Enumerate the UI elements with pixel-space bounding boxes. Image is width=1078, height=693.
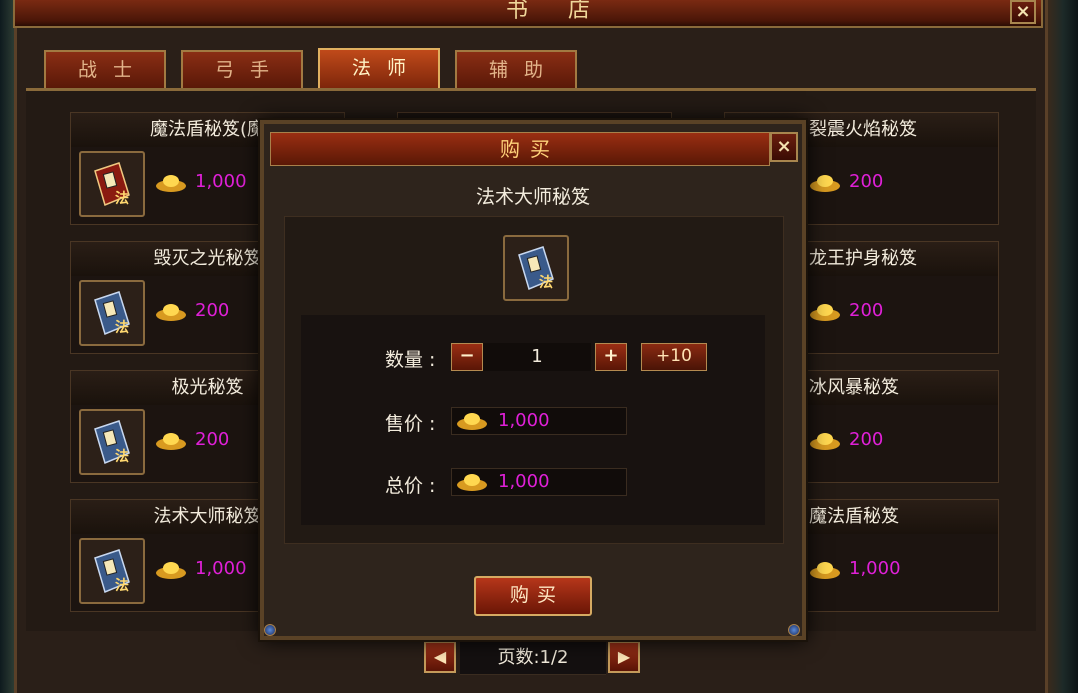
item-icon-slot[interactable]: 法 [79,409,145,475]
dialog-close-button[interactable]: × [770,132,798,162]
prev-page-button[interactable]: ◀ [424,641,456,673]
book-glyph: 法 [115,319,129,336]
unit-price-label: 售价 : [385,413,436,435]
ornament-gem-icon [264,624,276,636]
item-price: 1,000 [849,558,901,579]
total-price-field: 1,000 [451,468,627,496]
unit-price-value: 1,000 [498,410,550,431]
dialog-title-bar: 购买 [270,132,770,166]
item-price: 200 [195,429,230,450]
pagination: ◀ 页数:1/2 ▶ [424,637,642,677]
increase-quantity-button[interactable]: + [595,343,627,371]
quantity-input[interactable]: 1 [483,343,591,371]
quantity-label: 数量 : [385,349,436,371]
dialog-item-icon-slot: 法 [503,235,569,301]
window-title: 书店 [505,0,630,23]
window-close-button[interactable]: × [1010,0,1036,24]
red-spellbook-icon: 法 [94,162,130,207]
item-icon-slot[interactable]: 法 [79,280,145,346]
dialog-item-name: 法术大师秘笈 [475,186,590,208]
book-glyph: 法 [539,274,553,291]
item-price: 200 [195,300,230,321]
background-right [1048,0,1078,693]
gold-ingot-icon [156,562,186,579]
total-price-label: 总价 : [385,475,436,497]
gold-ingot-icon [156,433,186,450]
gold-ingot-icon [156,304,186,321]
tab-warrior[interactable]: 战士 [44,50,166,88]
purchase-dialog: 购买 × 法术大师秘笈 法 数量 : − 1 + +10 售价 : 1,000 [260,120,806,640]
gold-ingot-icon [156,175,186,192]
book-glyph: 法 [115,190,129,207]
gold-ingot-icon [810,304,840,321]
gold-ingot-icon [457,474,487,491]
tab-mage[interactable]: 法师 [318,48,440,90]
item-price: 1,000 [195,171,247,192]
item-price: 200 [849,300,884,321]
blue-spellbook-icon: 法 [518,246,554,291]
blue-spellbook-icon: 法 [94,291,130,336]
add-ten-button[interactable]: +10 [641,343,707,371]
blue-spellbook-icon: 法 [94,420,130,465]
gold-ingot-icon [457,413,487,430]
page-indicator: 页数:1/2 [460,641,606,675]
tab-support[interactable]: 辅助 [455,50,577,88]
blue-spellbook-icon: 法 [94,549,130,594]
dialog-title: 购买 [500,137,560,161]
book-glyph: 法 [115,577,129,594]
buy-button[interactable]: 购买 [474,576,592,616]
item-icon-slot[interactable]: 法 [79,151,145,217]
gold-ingot-icon [810,562,840,579]
dialog-body: 法 数量 : − 1 + +10 售价 : 1,000 总价 : 1,000 [284,216,784,544]
next-page-button[interactable]: ▶ [608,641,640,673]
book-glyph: 法 [115,448,129,465]
item-price: 1,000 [195,558,247,579]
ornament-gem-icon [788,624,800,636]
purchase-form: 数量 : − 1 + +10 售价 : 1,000 总价 : 1,000 [301,315,765,525]
window-title-bar: 书店 [13,0,1043,28]
gold-ingot-icon [810,175,840,192]
gold-ingot-icon [810,433,840,450]
tab-archer[interactable]: 弓手 [181,50,303,88]
total-price-value: 1,000 [498,471,550,492]
item-icon-slot[interactable]: 法 [79,538,145,604]
item-price: 200 [849,171,884,192]
unit-price-field: 1,000 [451,407,627,435]
decrease-quantity-button[interactable]: − [451,343,483,371]
item-price: 200 [849,429,884,450]
